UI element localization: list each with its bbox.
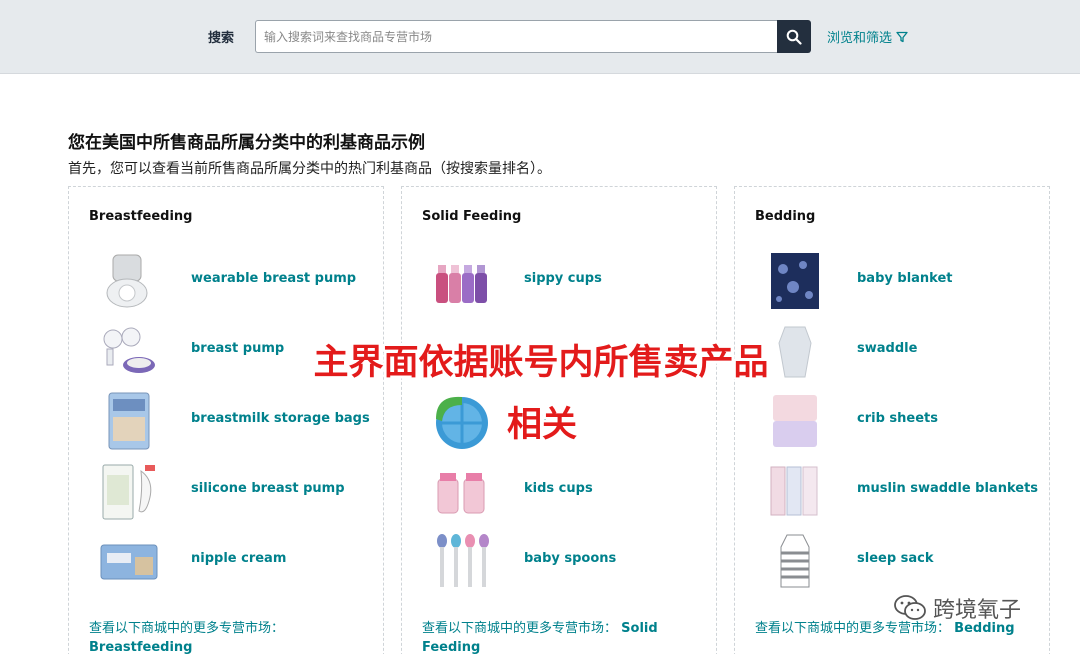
niche-link[interactable]: sippy cups [524,271,602,286]
niche-item[interactable]: baby spoons [422,529,712,593]
page-title: 您在美国中所售商品所属分类中的利基商品示例 [68,133,425,153]
more-niches-link[interactable]: 查看以下商城中的更多专营市场： Solid Feeding [422,619,692,654]
search-input[interactable] [255,20,778,53]
muslin-swaddle-blankets-image [770,466,818,516]
watermark: 跨境氧子 [893,592,1021,624]
card-title: Breastfeeding [89,209,193,224]
filter-icon [896,31,908,42]
niche-item[interactable]: sippy cups [422,249,712,313]
browse-label: 浏览和筛选 [827,31,893,46]
more-prefix: 查看以下商城中的更多专营市场： [89,621,285,636]
search-icon [786,29,802,45]
top-search-bar: 搜索 浏览和筛选 [0,0,1080,74]
nipple-cream-image [100,544,158,580]
niche-link[interactable]: silicone breast pump [191,481,345,496]
niche-item[interactable]: muslin swaddle blankets [755,459,1045,523]
niche-item[interactable]: silicone breast pump [89,459,379,523]
sippy-cups-image [436,265,487,303]
wearable-breast-pump-image [106,254,148,308]
baby-spoons-image [437,534,489,587]
sleep-sack-image [780,534,810,588]
watermark-text: 跨境氧子 [933,598,1022,623]
niche-link[interactable]: muslin swaddle blankets [857,481,1038,496]
niche-item[interactable]: nipple cream [89,529,379,593]
niche-link[interactable]: sleep sack [857,551,934,566]
niche-item[interactable]: baby blanket [755,249,1045,313]
silicone-breast-pump-image [102,464,155,520]
page-subtitle: 首先，您可以查看当前所售商品所属分类中的热门利基商品（按搜索量排名）。 [68,161,551,177]
search-label: 搜索 [208,31,235,46]
niche-link[interactable]: kids cups [524,481,593,496]
browse-and-filter-link[interactable]: 浏览和筛选 [827,27,908,46]
more-prefix: 查看以下商城中的更多专营市场： [422,621,618,636]
niche-link[interactable]: baby blanket [857,271,953,286]
niche-link[interactable]: nipple cream [191,551,286,566]
niche-item[interactable]: kids cups [422,459,712,523]
more-category[interactable]: Breastfeeding [89,640,192,654]
card-title: Solid Feeding [422,209,522,224]
niche-link[interactable]: baby spoons [524,551,616,566]
niche-link[interactable]: wearable breast pump [191,271,356,286]
niche-item[interactable]: sleep sack [755,529,1045,593]
search-button[interactable] [777,20,811,53]
baby-blanket-image [771,253,819,309]
card-title: Bedding [755,209,816,224]
overlay-caption-line1: 主界面依据账号内所售卖产品 [313,343,769,383]
more-niches-link[interactable]: 查看以下商城中的更多专营市场： Breastfeeding [89,619,359,654]
wechat-icon [894,595,926,620]
overlay-caption-line2: 相关 [506,405,577,445]
kids-cups-image [437,473,485,514]
niche-item[interactable]: wearable breast pump [89,249,379,313]
